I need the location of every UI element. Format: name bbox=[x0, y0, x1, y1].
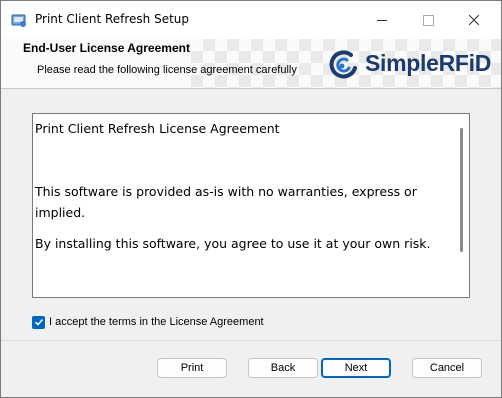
license-content: Print Client Refresh License Agreement T… bbox=[35, 118, 445, 254]
cancel-button[interactable]: Cancel bbox=[412, 358, 482, 378]
license-heading: Print Client Refresh License Agreement bbox=[35, 121, 280, 136]
minimize-button[interactable] bbox=[359, 1, 405, 39]
accept-terms-checkbox[interactable] bbox=[32, 315, 45, 329]
banner-subtitle: Please read the following license agreem… bbox=[37, 64, 297, 76]
company-logo: SimpleRFiD bbox=[323, 48, 493, 84]
title-bar: Print Client Refresh Setup bbox=[1, 1, 501, 39]
maximize-button[interactable] bbox=[405, 1, 451, 39]
next-button[interactable]: Next bbox=[321, 358, 391, 378]
installer-window: Print Client Refresh Setup End-User Lice… bbox=[0, 0, 502, 398]
print-button[interactable]: Print bbox=[157, 358, 227, 378]
license-paragraph-1: This software is provided as-is with no … bbox=[35, 184, 417, 220]
simplerfid-logo-icon bbox=[329, 50, 357, 79]
installer-app-icon bbox=[11, 12, 27, 28]
window-title: Print Client Refresh Setup bbox=[35, 12, 190, 26]
logo-text: SimpleRFiD bbox=[365, 50, 492, 76]
license-text-box[interactable]: Print Client Refresh License Agreement T… bbox=[32, 113, 470, 298]
license-paragraph-2: By installing this software, you agree t… bbox=[35, 236, 431, 251]
banner-divider bbox=[1, 88, 501, 89]
close-button[interactable] bbox=[451, 1, 497, 39]
license-scrollbar[interactable] bbox=[460, 128, 463, 252]
header-banner: End-User License Agreement Please read t… bbox=[1, 39, 501, 88]
checkmark-icon bbox=[34, 318, 43, 326]
close-icon bbox=[469, 15, 479, 25]
footer-divider bbox=[1, 340, 501, 341]
banner-title: End-User License Agreement bbox=[23, 41, 190, 55]
back-button[interactable]: Back bbox=[248, 358, 318, 378]
accept-terms-row[interactable]: I accept the terms in the License Agreem… bbox=[32, 314, 264, 330]
accept-terms-label[interactable]: I accept the terms in the License Agreem… bbox=[49, 316, 264, 328]
maximize-icon bbox=[422, 14, 434, 26]
minimize-icon bbox=[377, 19, 387, 21]
